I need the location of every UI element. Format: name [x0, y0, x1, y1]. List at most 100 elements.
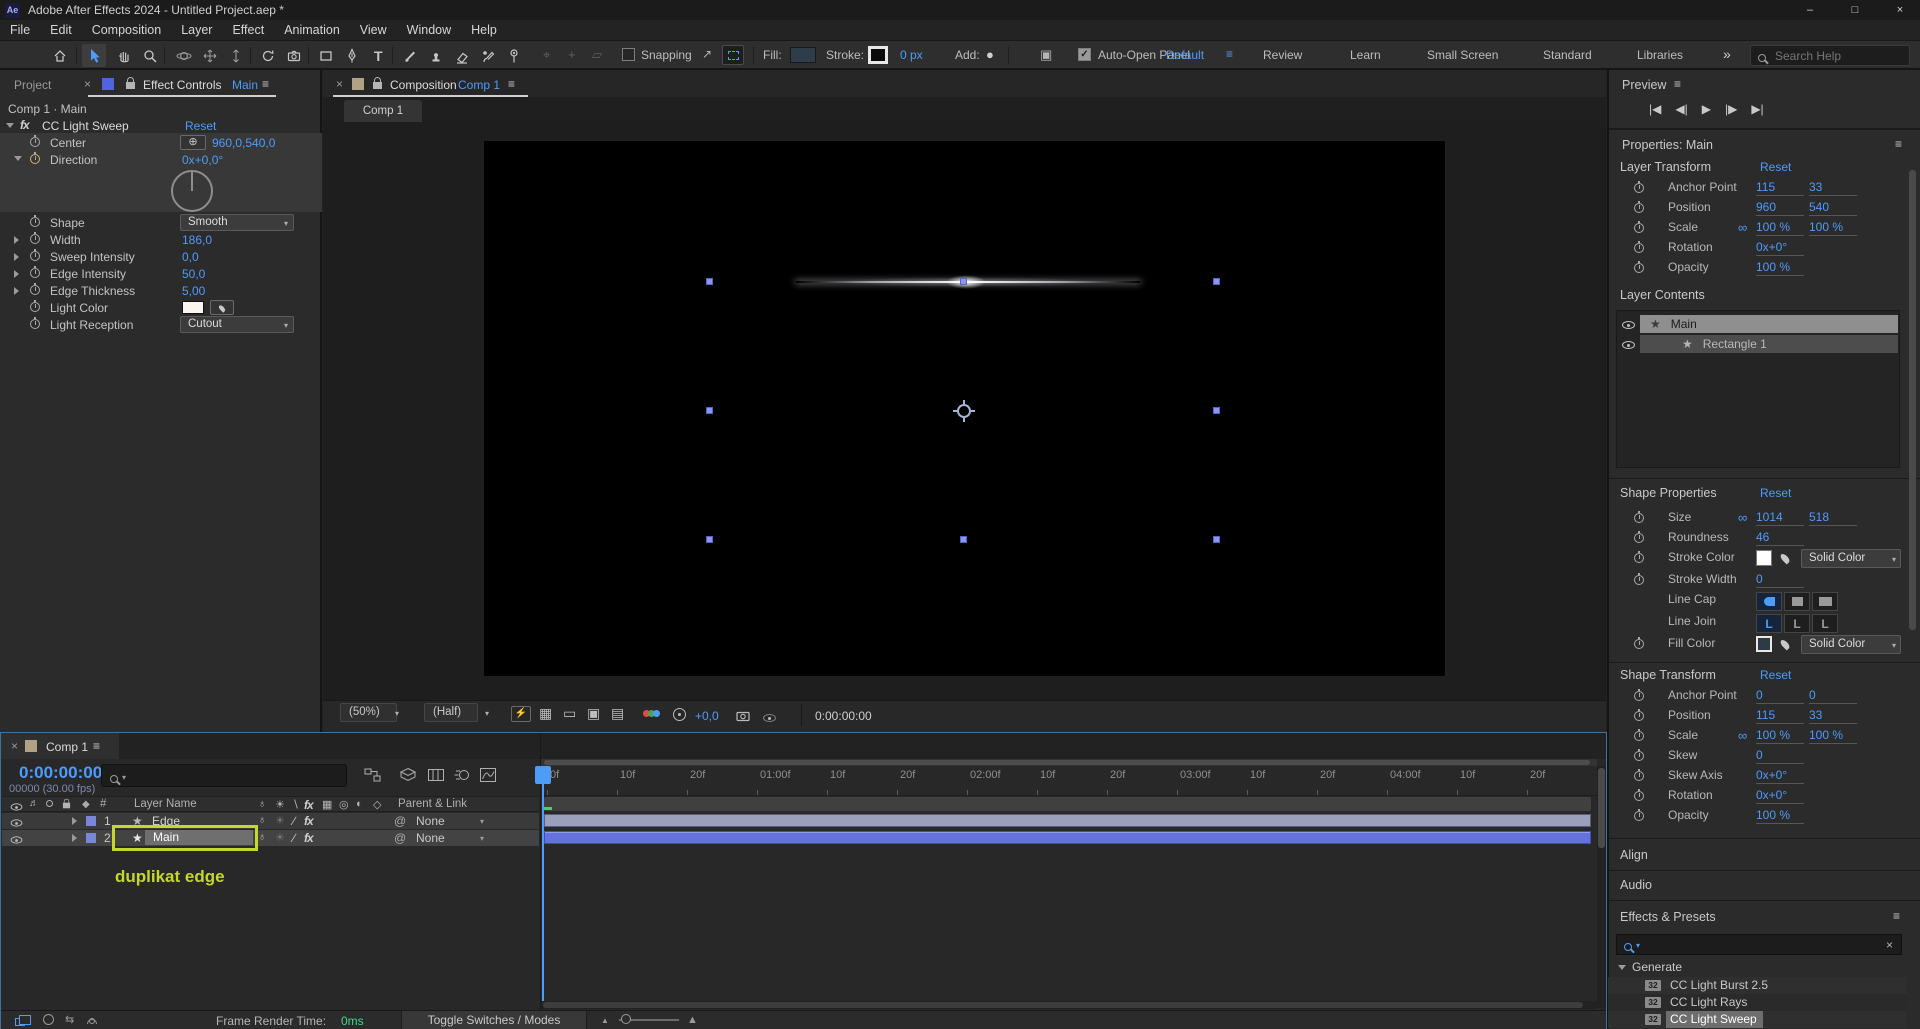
stroke-color-mode-dropdown[interactable]: Solid Color — [1801, 549, 1901, 568]
mask-visibility-icon[interactable]: ▭ — [563, 705, 576, 722]
time-ruler[interactable]: 0f 10f 20f 01:00f 10f 20f 02:00f 10f 20f 03:00f 10… — [541, 766, 1597, 796]
playhead-head[interactable] — [535, 766, 551, 784]
value-y[interactable]: 33 — [1809, 180, 1857, 196]
guides-options-icon[interactable]: ▤ — [611, 705, 624, 722]
solo-column-icon[interactable] — [46, 800, 53, 807]
snap-arrow-icon[interactable]: ↗ — [702, 47, 712, 61]
stopwatch-icon[interactable] — [30, 215, 40, 227]
stopwatch-icon[interactable] — [1634, 181, 1644, 193]
close-button[interactable]: × — [1880, 0, 1920, 20]
hand-tool-icon[interactable] — [112, 44, 136, 67]
motion-blur-icon[interactable] — [453, 767, 471, 786]
menu-composition[interactable]: Composition — [82, 23, 171, 37]
workspace-tab-review[interactable]: Review — [1263, 48, 1302, 62]
clone-stamp-tool-icon[interactable] — [424, 44, 448, 67]
timeline-tab[interactable]: × Comp 1 ≡ — [1, 733, 119, 759]
point-picker-icon[interactable]: ⊕ — [180, 135, 206, 150]
value-y[interactable]: 540 — [1809, 200, 1857, 216]
tab-project[interactable]: Project — [14, 78, 51, 92]
workspace-tab-learn[interactable]: Learn — [1350, 48, 1381, 62]
stopwatch-icon[interactable] — [1634, 689, 1644, 701]
value-x[interactable]: 115 — [1756, 708, 1804, 724]
panel-menu-icon[interactable]: ≡ — [1674, 77, 1681, 91]
layer-contents-item-rectangle1[interactable]: ★ Rectangle 1 — [1640, 335, 1898, 353]
effect-reset-link[interactable]: Reset — [185, 119, 216, 133]
stopwatch-icon[interactable] — [1634, 769, 1644, 781]
panel-toggle-icon[interactable]: ▣ — [1040, 47, 1052, 63]
value-x[interactable]: 1014 — [1756, 510, 1804, 526]
stopwatch-icon[interactable] — [30, 232, 40, 244]
layer-label-chip[interactable] — [86, 833, 96, 843]
zoom-out-mountain-icon[interactable]: ▲ — [601, 1016, 609, 1025]
stopwatch-icon[interactable] — [1634, 749, 1644, 761]
layer-bar-edge[interactable] — [544, 814, 1591, 827]
fx-switch-icon[interactable]: fx — [304, 814, 314, 828]
time-navigator-bar[interactable] — [544, 760, 1590, 765]
timeline-tab-label[interactable]: Comp 1 — [46, 740, 88, 754]
stopwatch-icon[interactable] — [1634, 201, 1644, 213]
workspace-overflow-icon[interactable]: » — [1723, 46, 1731, 62]
twirl-down-icon[interactable] — [14, 156, 22, 161]
value-y[interactable]: 100 % — [1809, 220, 1857, 236]
fill-swatch[interactable] — [790, 47, 816, 63]
menu-layer[interactable]: Layer — [171, 23, 222, 37]
wireframe-person-icon[interactable] — [87, 1013, 97, 1027]
direction-dial[interactable] — [171, 170, 213, 212]
param-value[interactable]: 186,0 — [182, 233, 212, 247]
lock-column-icon[interactable] — [62, 798, 71, 809]
graph-editor-icon[interactable] — [479, 767, 497, 786]
visibility-eye-icon[interactable] — [10, 833, 23, 847]
menu-effect[interactable]: Effect — [222, 23, 274, 37]
timeline-scrollbar-track[interactable] — [1597, 766, 1606, 1008]
frame-blending-icon[interactable] — [427, 767, 445, 786]
adjustment-column-icon[interactable]: ◐ — [356, 798, 363, 810]
auto-open-panel-checkbox[interactable]: ✓ — [1078, 48, 1091, 61]
layer-contents-item-main[interactable]: ★ Main — [1640, 315, 1898, 333]
param-label[interactable]: Edge Thickness — [50, 284, 135, 298]
timeline-search-box[interactable]: ▾ — [101, 764, 347, 787]
show-snapshot-icon[interactable] — [763, 711, 776, 725]
stopwatch-icon[interactable] — [30, 152, 40, 164]
parent-dropdown[interactable]: None — [416, 814, 445, 828]
stopwatch-icon[interactable] — [1634, 531, 1644, 543]
value-x[interactable]: 115 — [1756, 180, 1804, 196]
viewer-tab-comp1[interactable]: Comp 1 — [344, 100, 422, 122]
clear-search-icon[interactable]: × — [1886, 938, 1893, 952]
roto-brush-tool-icon[interactable] — [476, 44, 500, 67]
param-label[interactable]: Sweep Intensity — [50, 250, 135, 264]
tab-close-icon[interactable]: × — [11, 739, 18, 753]
panel-menu-icon[interactable]: ≡ — [1895, 137, 1902, 151]
composition-mini-flowchart-icon[interactable] — [364, 767, 382, 786]
pan-camera-tool-icon[interactable] — [198, 44, 222, 67]
orbit-camera-tool-icon[interactable] — [172, 44, 196, 67]
fill-color-mode-dropdown[interactable]: Solid Color — [1801, 635, 1901, 654]
flow-icon[interactable]: ⇆ — [65, 1013, 74, 1026]
composition-canvas[interactable] — [484, 141, 1445, 676]
selection-handle[interactable] — [706, 536, 713, 543]
help-search-input[interactable] — [1750, 45, 1910, 66]
parent-pickwhip-icon[interactable]: @ — [394, 814, 406, 828]
tab-composition-target[interactable]: Comp 1 — [458, 78, 500, 92]
number-column-header[interactable]: # — [100, 798, 106, 810]
light-color-swatch[interactable] — [182, 301, 204, 314]
previous-frame-button[interactable]: ◀| — [1675, 102, 1687, 116]
fx-column-icon[interactable]: fx — [304, 798, 314, 812]
zoom-tool-icon[interactable] — [138, 44, 162, 67]
line-join-round-button[interactable]: L — [1784, 614, 1810, 633]
tab-composition[interactable]: Composition — [390, 78, 457, 92]
light-reception-dropdown[interactable]: Cutout — [180, 316, 294, 333]
menu-animation[interactable]: Animation — [274, 23, 350, 37]
shape-dropdown[interactable]: Smooth — [180, 214, 294, 231]
camera-tool-icon[interactable] — [282, 44, 306, 67]
line-join-miter-button[interactable]: L — [1756, 614, 1782, 633]
visibility-eye-icon[interactable] — [1622, 318, 1635, 332]
stopwatch-icon[interactable] — [1634, 573, 1644, 585]
parent-link-column-header[interactable]: Parent & Link — [398, 798, 467, 810]
stopwatch-icon[interactable] — [1634, 551, 1644, 563]
param-value[interactable]: 0,0 — [182, 250, 199, 264]
exposure-icon[interactable] — [673, 708, 686, 721]
workspace-tab-standard[interactable]: Standard — [1543, 48, 1592, 62]
param-value[interactable]: 50,0 — [182, 267, 205, 281]
scrollbar-thumb[interactable] — [1909, 170, 1916, 630]
work-area-bar[interactable] — [544, 797, 1591, 811]
